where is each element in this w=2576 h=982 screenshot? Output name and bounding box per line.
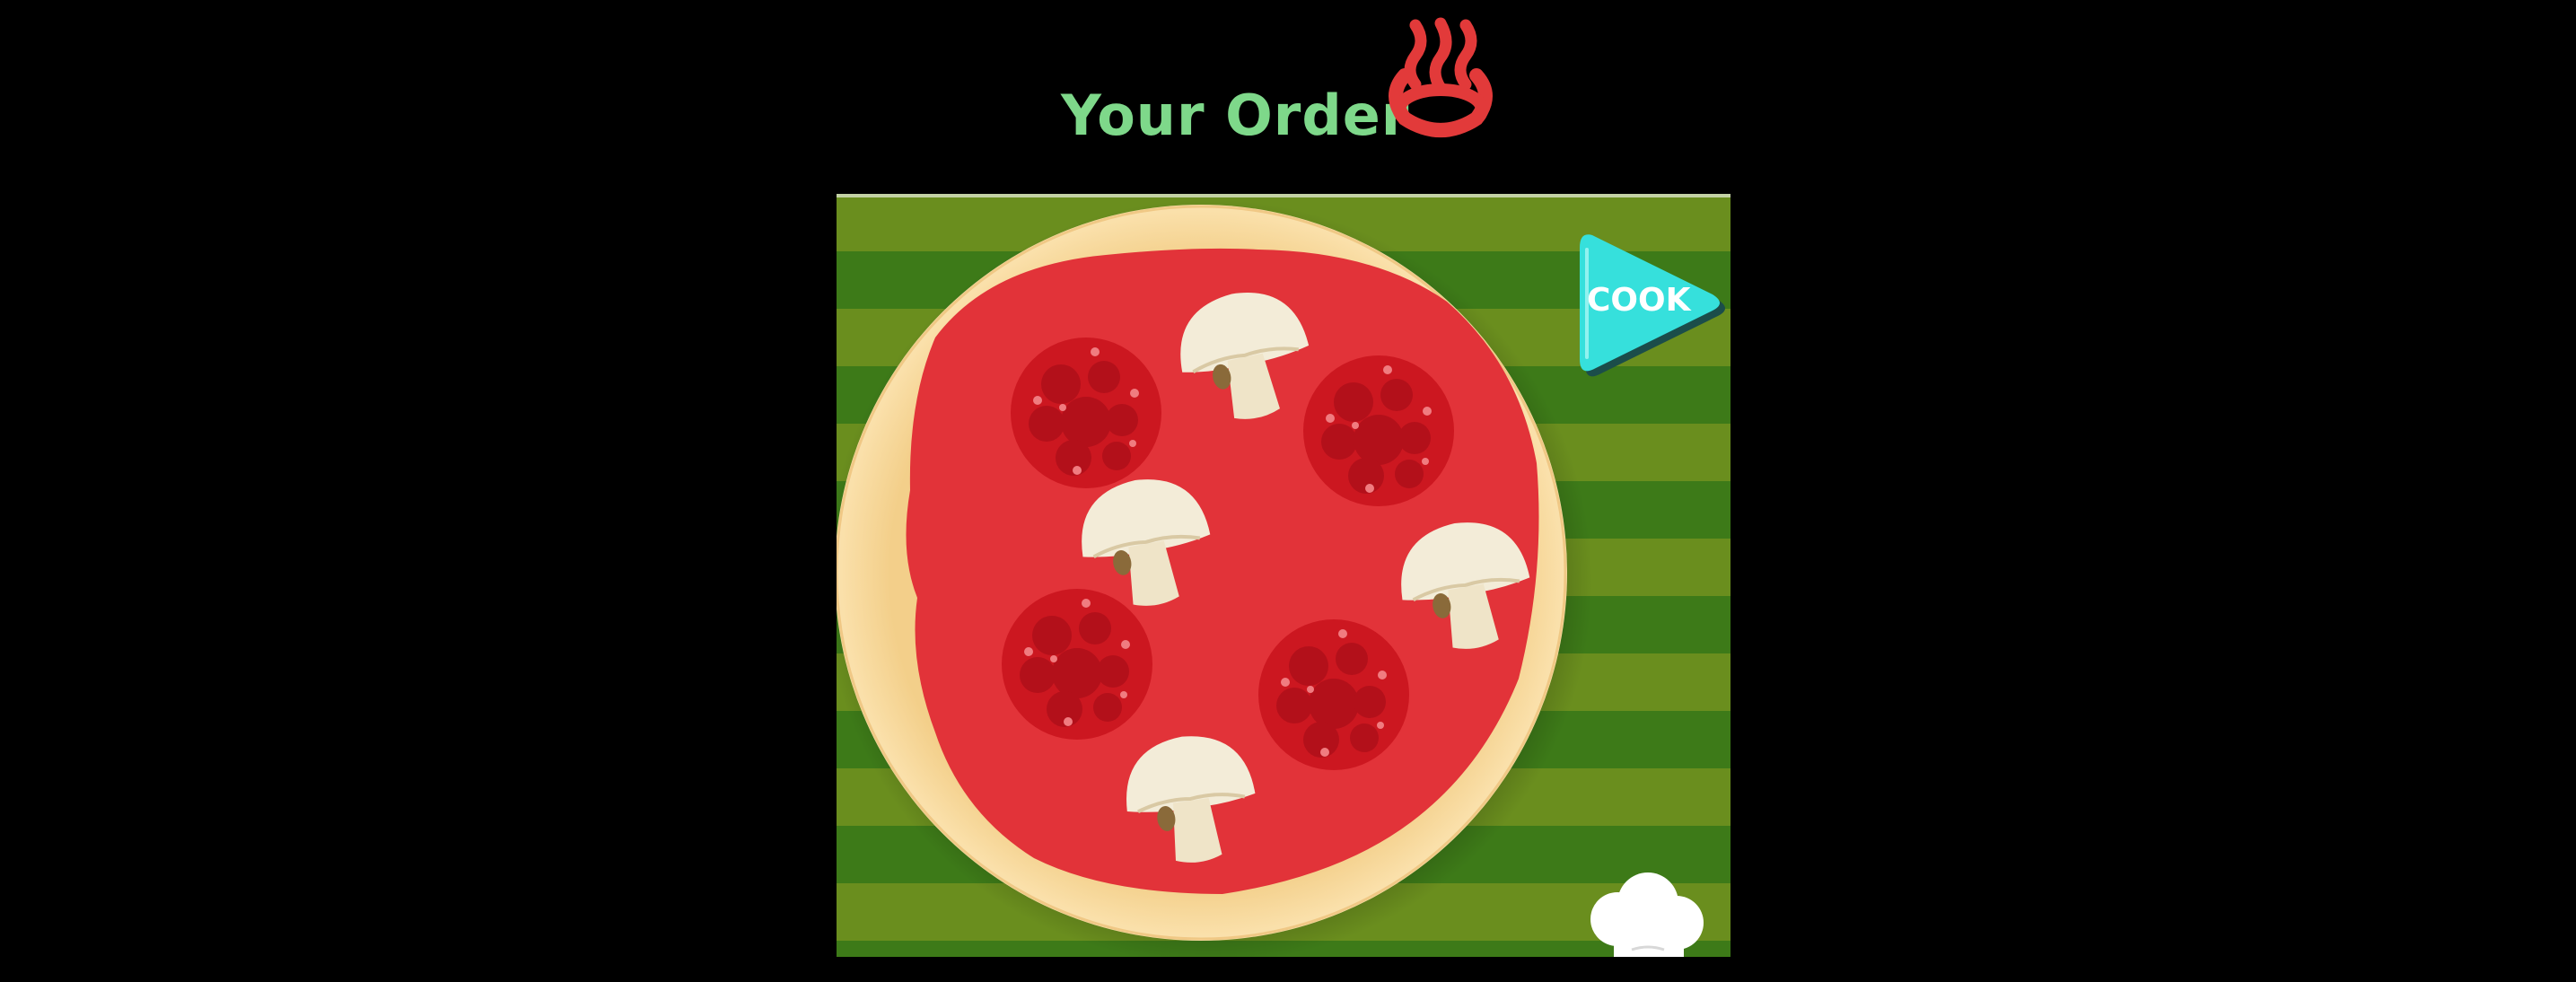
chef-hat-icon[interactable] xyxy=(1587,872,1705,957)
play-arrow-icon xyxy=(1580,234,1720,372)
pepperoni-topping xyxy=(1303,355,1454,506)
pepperoni-topping xyxy=(1258,619,1409,770)
cook-button[interactable] xyxy=(1573,223,1727,384)
order-header: Your Order xyxy=(0,0,2576,180)
hot-springs-steam-icon xyxy=(1389,17,1493,137)
pepperoni-topping xyxy=(1002,589,1152,740)
order-title: Your Order xyxy=(1061,83,1410,148)
game-stage: Your Order COOK xyxy=(0,0,2576,982)
pepperoni-topping xyxy=(1011,338,1161,488)
